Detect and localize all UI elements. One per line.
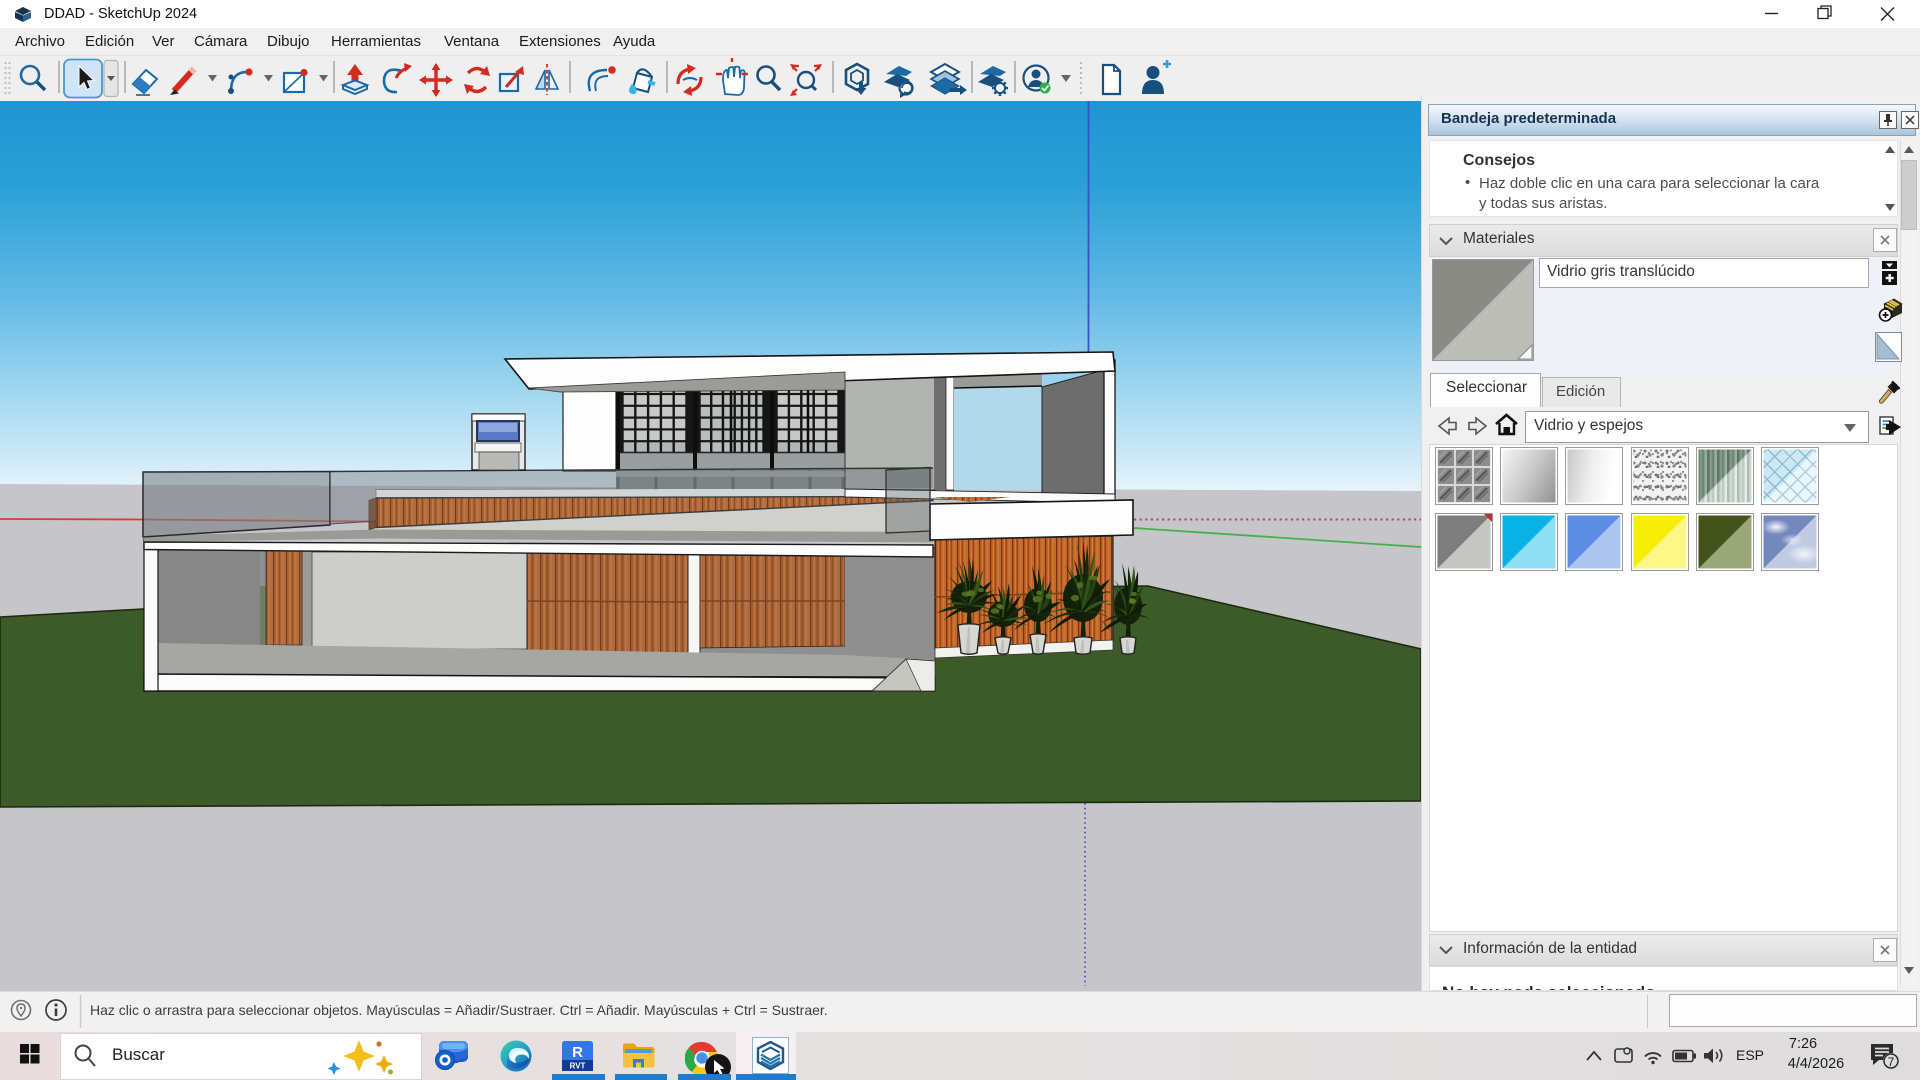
svg-text:RVT: RVT: [570, 1062, 586, 1071]
svg-text:7: 7: [1888, 1055, 1895, 1069]
svg-text:R: R: [572, 1044, 583, 1061]
